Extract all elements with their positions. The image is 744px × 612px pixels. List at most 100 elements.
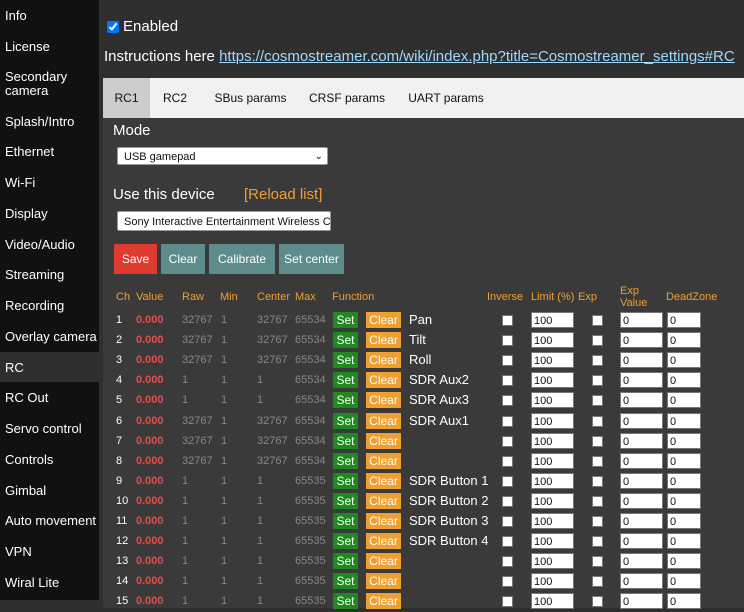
limit-input[interactable]: 100 [531, 452, 574, 469]
inverse-checkbox[interactable] [502, 435, 513, 447]
tab-crsf-params[interactable]: CRSF params [307, 78, 387, 118]
tab-rc1[interactable]: RC1 [103, 78, 150, 118]
exp-value-input[interactable]: 0 [620, 472, 663, 489]
instructions-link[interactable]: https://cosmostreamer.com/wiki/index.php… [219, 48, 735, 65]
exp-value-input[interactable]: 0 [620, 372, 663, 389]
deadzone-input[interactable]: 0 [667, 513, 701, 529]
limit-input[interactable]: 100 [531, 492, 574, 509]
sidebar-item-license[interactable]: License [5, 40, 50, 54]
exp-checkbox[interactable] [592, 415, 603, 427]
sidebar-item-info[interactable]: Info [5, 9, 27, 23]
reload-list-link[interactable]: [Reload list] [244, 186, 322, 203]
exp-value-input[interactable]: 0 [620, 352, 663, 369]
deadzone-input[interactable]: 0 [667, 352, 701, 369]
exp-checkbox[interactable] [592, 455, 603, 467]
set-center-button[interactable]: Set center [279, 244, 344, 274]
deadzone-input[interactable]: 0 [667, 372, 701, 389]
deadzone-input[interactable]: 0 [667, 533, 701, 550]
set-function-button[interactable]: Set [333, 372, 358, 389]
limit-input[interactable]: 100 [531, 573, 574, 590]
clear-function-button[interactable]: Clear [366, 533, 401, 550]
limit-input[interactable]: 100 [531, 553, 574, 570]
clear-button[interactable]: Clear [161, 244, 205, 274]
limit-input[interactable]: 100 [531, 533, 574, 550]
inverse-checkbox[interactable] [502, 395, 513, 407]
exp-value-input[interactable]: 0 [620, 452, 663, 469]
sidebar-item-secondary-camera[interactable]: Secondary camera [5, 70, 80, 98]
sidebar-item-rc-out[interactable]: RC Out [5, 391, 48, 405]
inverse-checkbox[interactable] [502, 556, 513, 568]
exp-value-input[interactable]: 0 [620, 553, 663, 570]
sidebar-item-splash-intro[interactable]: Splash/Intro [5, 115, 74, 129]
tab-uart-params[interactable]: UART params [406, 78, 486, 118]
sidebar-item-video-audio[interactable]: Video/Audio [5, 238, 75, 252]
sidebar-item-display[interactable]: Display [5, 207, 48, 221]
set-function-button[interactable]: Set [333, 533, 358, 550]
sidebar-item-auto-movement[interactable]: Auto movement [5, 514, 96, 528]
deadzone-input[interactable]: 0 [667, 432, 701, 449]
sidebar-item-overlay-camera[interactable]: Overlay camera [5, 330, 97, 344]
tab-sbus-params[interactable]: SBus params [212, 78, 289, 118]
exp-value-input[interactable]: 0 [620, 332, 663, 349]
deadzone-input[interactable]: 0 [667, 332, 701, 349]
clear-function-button[interactable]: Clear [366, 412, 401, 429]
set-function-button[interactable]: Set [333, 472, 358, 489]
save-button[interactable]: Save [114, 244, 157, 274]
enabled-checkbox[interactable] [107, 20, 119, 33]
inverse-checkbox[interactable] [502, 315, 513, 326]
set-function-button[interactable]: Set [333, 553, 358, 570]
inverse-checkbox[interactable] [502, 536, 513, 548]
exp-value-input[interactable]: 0 [620, 432, 663, 449]
mode-select[interactable]: USB gamepad ⌄ [117, 147, 328, 165]
exp-checkbox[interactable] [592, 576, 603, 588]
sidebar-item-controls[interactable]: Controls [5, 453, 53, 467]
exp-value-input[interactable]: 0 [620, 513, 663, 529]
clear-function-button[interactable]: Clear [366, 452, 401, 469]
limit-input[interactable]: 100 [531, 372, 574, 389]
device-input[interactable]: Sony Interactive Entertainment Wireless … [117, 211, 331, 231]
set-function-button[interactable]: Set [333, 312, 358, 328]
set-function-button[interactable]: Set [333, 492, 358, 509]
exp-checkbox[interactable] [592, 556, 603, 568]
exp-checkbox[interactable] [592, 596, 603, 608]
exp-value-input[interactable]: 0 [620, 492, 663, 509]
tab-rc2[interactable]: RC2 [160, 78, 190, 118]
inverse-checkbox[interactable] [502, 375, 513, 387]
set-function-button[interactable]: Set [333, 432, 358, 449]
limit-input[interactable]: 100 [531, 412, 574, 429]
set-function-button[interactable]: Set [333, 412, 358, 429]
clear-function-button[interactable]: Clear [366, 332, 401, 349]
set-function-button[interactable]: Set [333, 573, 358, 590]
clear-function-button[interactable]: Clear [366, 432, 401, 449]
enabled-toggle[interactable]: Enabled [105, 18, 178, 35]
sidebar-item-recording[interactable]: Recording [5, 299, 64, 313]
clear-function-button[interactable]: Clear [366, 372, 401, 389]
limit-input[interactable]: 100 [531, 593, 574, 610]
limit-input[interactable]: 100 [531, 352, 574, 369]
limit-input[interactable]: 100 [531, 472, 574, 489]
exp-checkbox[interactable] [592, 355, 603, 367]
inverse-checkbox[interactable] [502, 475, 513, 487]
limit-input[interactable]: 100 [531, 432, 574, 449]
exp-value-input[interactable]: 0 [620, 412, 663, 429]
clear-function-button[interactable]: Clear [366, 492, 401, 509]
exp-checkbox[interactable] [592, 435, 603, 447]
set-function-button[interactable]: Set [333, 513, 358, 529]
clear-function-button[interactable]: Clear [366, 513, 401, 529]
exp-checkbox[interactable] [592, 536, 603, 548]
exp-checkbox[interactable] [592, 516, 603, 527]
deadzone-input[interactable]: 0 [667, 573, 701, 590]
clear-function-button[interactable]: Clear [366, 352, 401, 369]
inverse-checkbox[interactable] [502, 516, 513, 527]
inverse-checkbox[interactable] [502, 495, 513, 507]
clear-function-button[interactable]: Clear [366, 392, 401, 409]
inverse-checkbox[interactable] [502, 355, 513, 367]
inverse-checkbox[interactable] [502, 415, 513, 427]
inverse-checkbox[interactable] [502, 596, 513, 608]
clear-function-button[interactable]: Clear [366, 573, 401, 590]
exp-value-input[interactable]: 0 [620, 533, 663, 550]
clear-function-button[interactable]: Clear [366, 472, 401, 489]
inverse-checkbox[interactable] [502, 335, 513, 347]
set-function-button[interactable]: Set [333, 352, 358, 369]
limit-input[interactable]: 100 [531, 513, 574, 529]
